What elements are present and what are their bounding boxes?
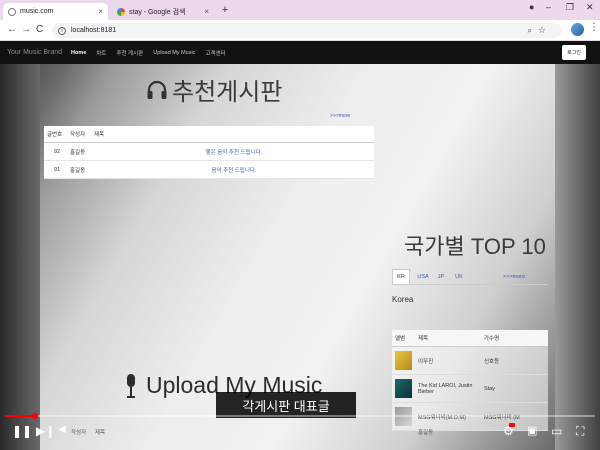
album-art-icon: [395, 379, 412, 398]
cell-artist: 신호등: [484, 358, 500, 365]
back-button[interactable]: ←: [7, 24, 17, 35]
mic-icon: [127, 373, 135, 398]
headphone-icon: [147, 80, 167, 99]
nav-recommend-board[interactable]: 추천 게시판: [116, 49, 143, 57]
close-window-button[interactable]: ✕: [586, 2, 594, 13]
cell-title: The Kid LAROI, Justin Bieber: [418, 382, 473, 395]
board-title: 추천게시판: [172, 79, 283, 106]
zoom-icon[interactable]: ⌕: [528, 26, 532, 36]
site-brand[interactable]: Your Music Brand: [7, 49, 62, 56]
tab-music[interactable]: music.com ×: [3, 3, 108, 20]
tab-title: stay - Google 검색: [129, 8, 186, 16]
tab-uk[interactable]: UK: [452, 269, 466, 284]
cell-number: 91: [53, 166, 61, 173]
cell-artist: Stay: [484, 385, 496, 392]
google-icon: [117, 7, 125, 16]
board-heading: 추천게시판: [145, 72, 282, 107]
under-text-title: 제목: [95, 430, 106, 436]
login-button[interactable]: 로그인: [562, 45, 586, 60]
address-text: localhost:8181: [71, 27, 117, 34]
maximize-button[interactable]: ❐: [566, 2, 574, 13]
theater-icon[interactable]: ▭: [551, 424, 562, 438]
bookmark-star-icon[interactable]: ☆: [538, 25, 546, 36]
background-shade-right: [555, 64, 600, 450]
album-cover[interactable]: [392, 351, 418, 370]
minimize-button[interactable]: –: [546, 2, 551, 12]
fullscreen-icon[interactable]: ⛶: [576, 424, 584, 439]
album-art-icon: [395, 351, 412, 370]
progress-scrubber[interactable]: [31, 413, 38, 419]
cell-title: 이무진: [418, 358, 434, 365]
table-header: 앨범 제목 가수명: [392, 330, 548, 347]
col-title: 제목: [418, 336, 429, 342]
col-number: 글번호: [47, 132, 63, 138]
info-icon[interactable]: i: [58, 26, 66, 35]
country-more-link[interactable]: >>>more: [500, 269, 528, 284]
col-title: 제목: [94, 132, 105, 138]
table-row[interactable]: The Kid LAROI, Justin Bieber Stay: [392, 375, 548, 403]
tab-kr[interactable]: KR: [392, 269, 410, 284]
browser-tabstrip: music.com × stay - Google 검색 × + ● – ❐ ✕: [0, 0, 600, 20]
address-bar[interactable]: i localhost:8181 ⌕ ☆: [52, 23, 562, 38]
profile-dot-icon[interactable]: ●: [529, 2, 534, 12]
volume-icon[interactable]: ◀: [58, 424, 66, 435]
under-text-name: 홍길동: [418, 430, 434, 436]
tab-close-icon[interactable]: ×: [98, 7, 103, 16]
globe-icon: [8, 7, 16, 16]
tab-google[interactable]: stay - Google 검색 ×: [112, 3, 214, 20]
progress-fill: [5, 415, 35, 417]
next-icon[interactable]: ▶❙: [36, 424, 55, 438]
cell-title-link[interactable]: 음악 추천 드립니다.: [94, 166, 374, 174]
cell-author: 홍길동: [70, 167, 86, 174]
col-author: 작성자: [70, 132, 86, 138]
under-text-author: 작성자: [71, 430, 87, 436]
nav-chart[interactable]: 차트: [96, 49, 106, 57]
table-header: 글번호 작성자 제목: [44, 126, 374, 143]
hd-badge: [509, 423, 515, 427]
board-table: 글번호 작성자 제목 92 홍길동 좋은 음악 추천 드립니다. 91 홍길동 …: [44, 126, 374, 179]
background-shade-left: [0, 64, 40, 450]
table-row[interactable]: MSG워너비(M.O.M) MSG워너비 (M: [392, 403, 548, 431]
cell-author: 홍길동: [70, 149, 86, 156]
country-tabs: KR USA JP UK >>>more: [392, 266, 548, 284]
table-row[interactable]: 이무진 신호등: [392, 347, 548, 375]
reload-button[interactable]: C: [36, 24, 43, 35]
browser-menu-icon[interactable]: ⋮: [589, 22, 599, 33]
selected-country-label: Korea: [392, 295, 414, 304]
nav-home[interactable]: Home: [71, 50, 86, 56]
browser-toolbar: ← → C i localhost:8181 ⌕ ☆: [0, 20, 600, 41]
play-pause-icon[interactable]: ❚❚: [12, 424, 32, 438]
country-top10-heading: 국가별 TOP 10: [404, 234, 546, 259]
board-more-link[interactable]: >>>more: [330, 113, 350, 119]
cell-number: 92: [53, 148, 61, 155]
subtitles-icon[interactable]: ▣: [527, 424, 537, 437]
tab-divider: [392, 284, 548, 285]
cell-title-link[interactable]: 좋은 음악 추천 드립니다.: [94, 148, 374, 156]
table-row[interactable]: 91 홍길동 음악 추천 드립니다.: [44, 161, 374, 179]
profile-avatar[interactable]: [571, 23, 584, 36]
table-row[interactable]: 92 홍길동 좋은 음악 추천 드립니다.: [44, 143, 374, 161]
tab-close-icon[interactable]: ×: [204, 7, 209, 16]
new-tab-button[interactable]: +: [218, 3, 232, 17]
nav-support[interactable]: 고객센터: [205, 49, 225, 57]
nav-upload[interactable]: Upload My Music: [153, 50, 195, 56]
site-navbar: Your Music Brand Home 차트 추천 게시판 Upload M…: [0, 41, 600, 64]
tab-title: music.com: [20, 8, 54, 15]
col-album: 앨범: [395, 336, 406, 342]
video-progress-bar[interactable]: [5, 413, 595, 419]
tab-usa[interactable]: USA: [413, 269, 433, 284]
col-artist: 가수명: [484, 336, 500, 342]
forward-button[interactable]: →: [21, 24, 31, 35]
album-cover[interactable]: [392, 379, 418, 398]
tab-jp[interactable]: JP: [434, 269, 448, 284]
